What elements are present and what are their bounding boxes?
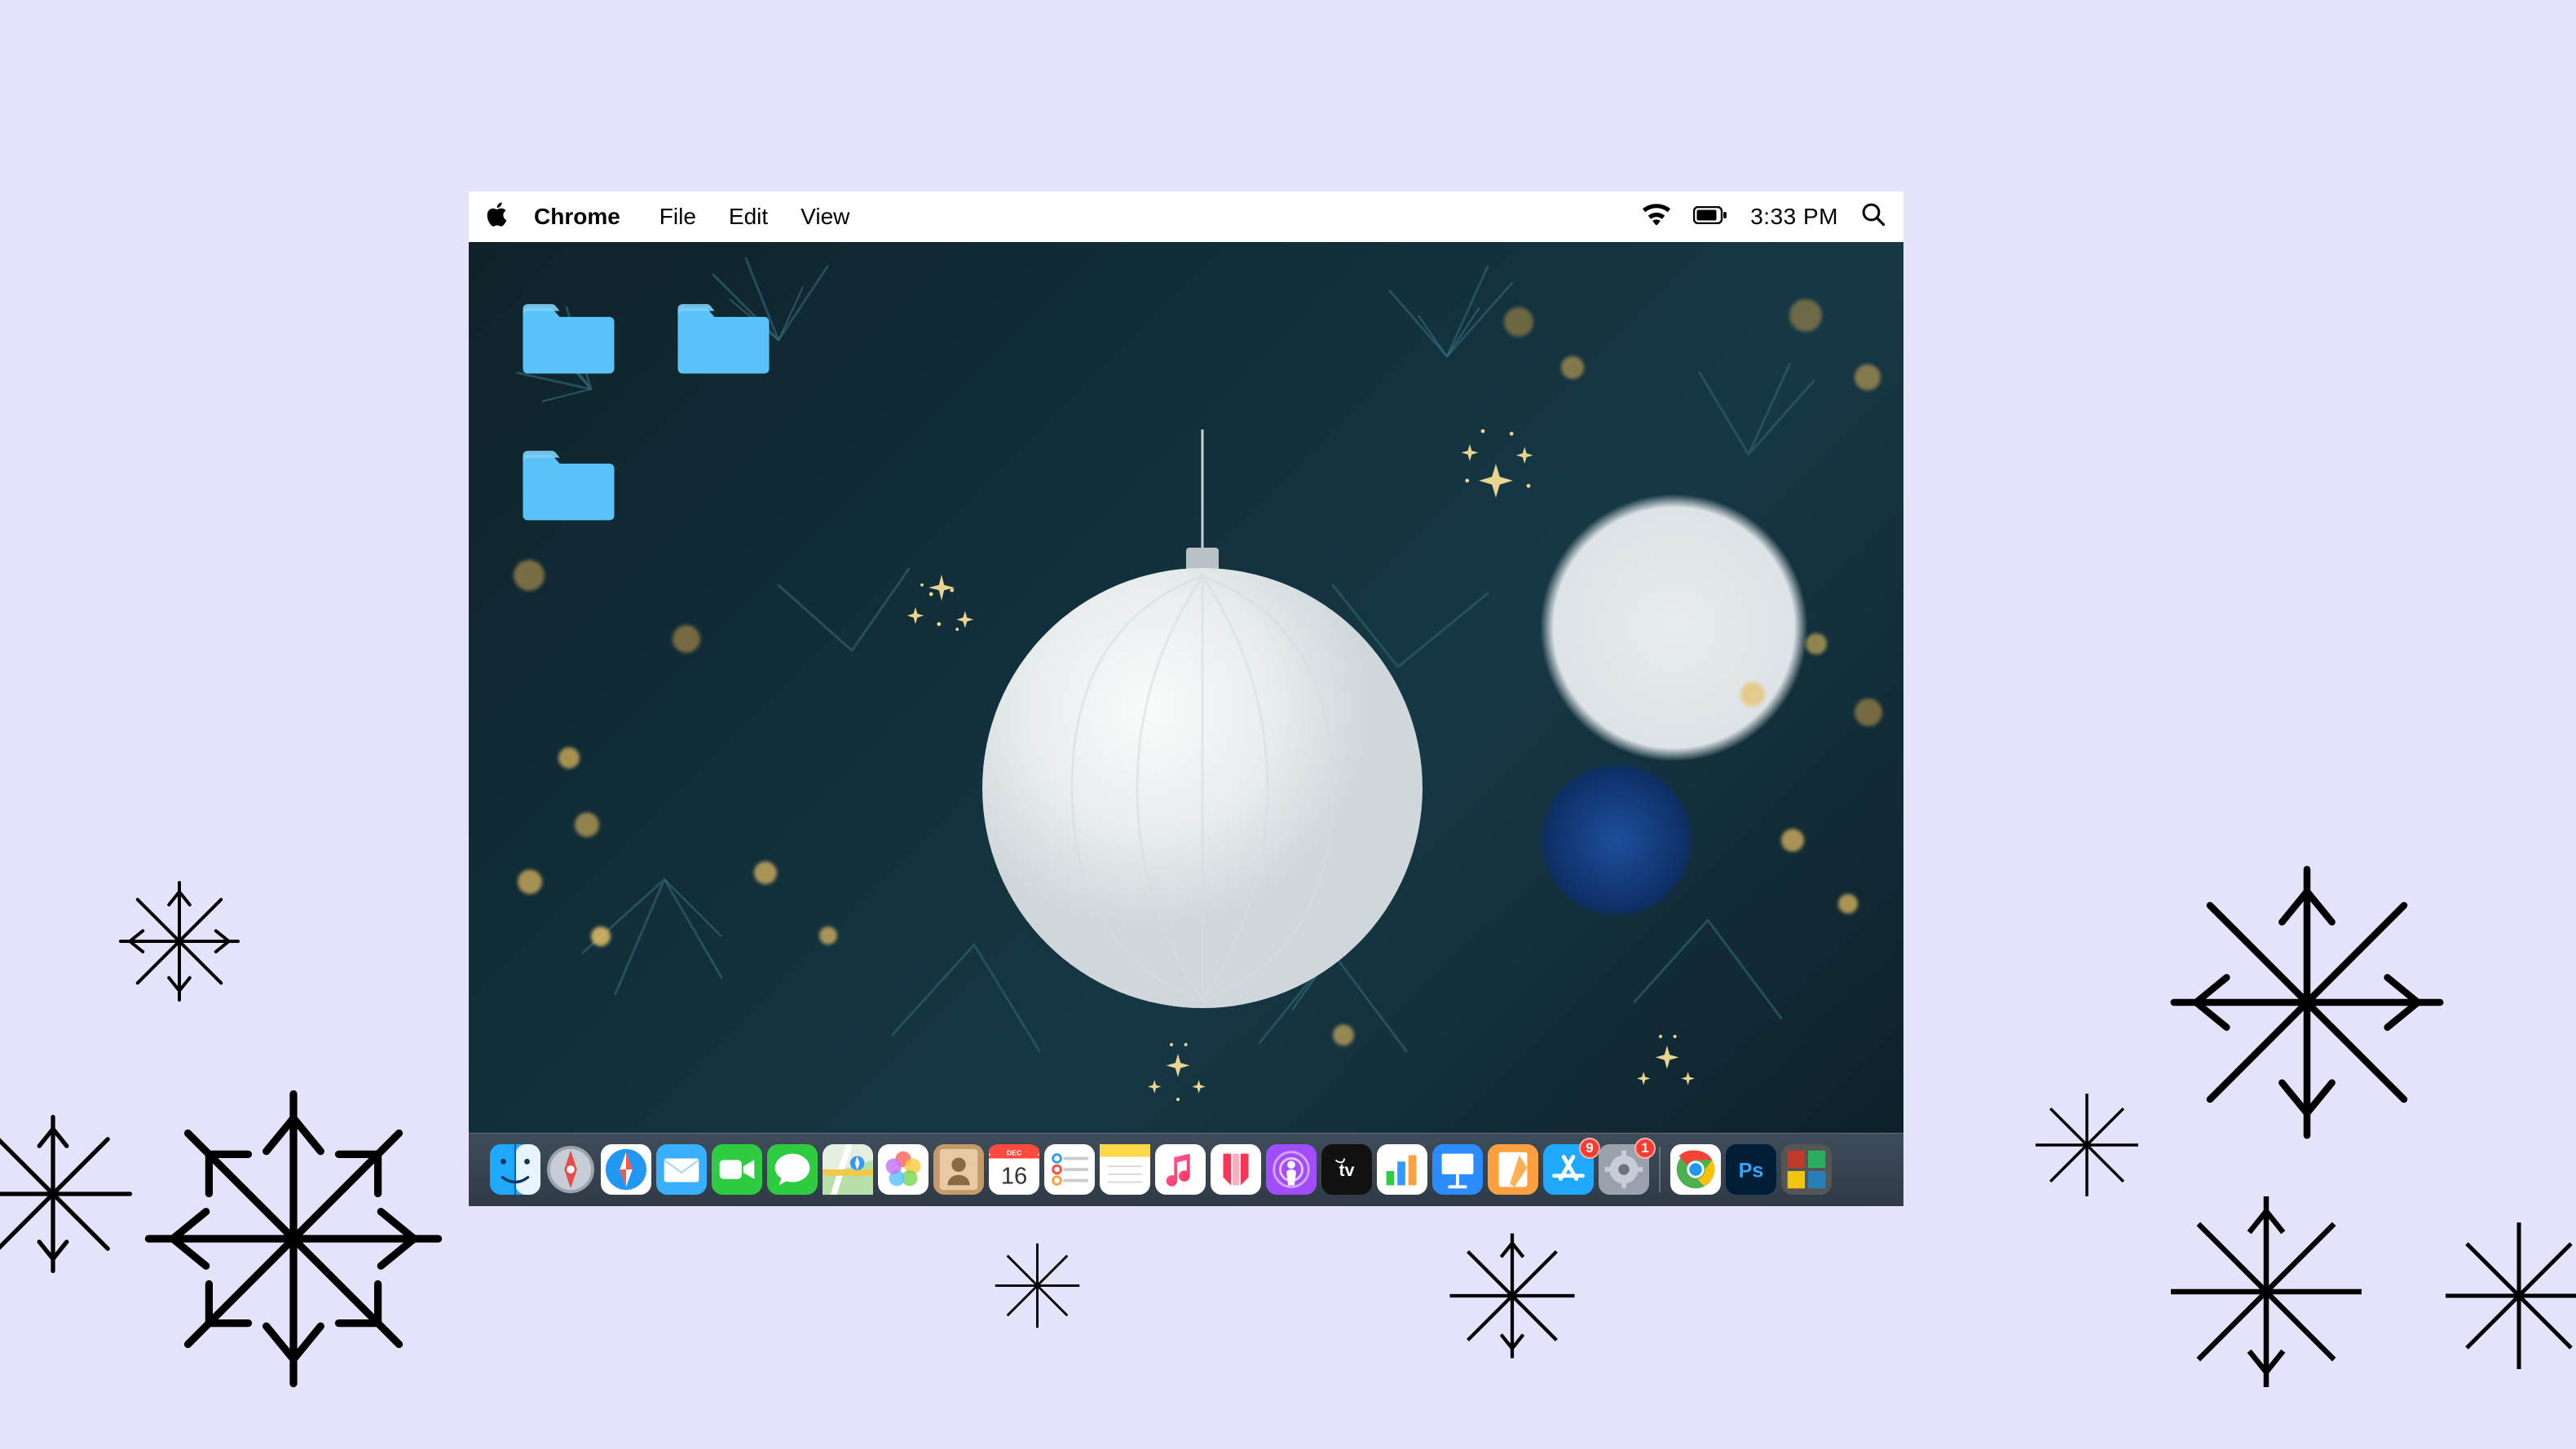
spotlight-search-icon[interactable] — [1861, 202, 1886, 232]
dock-photos-icon[interactable] — [878, 1144, 929, 1195]
dock-reminders-icon[interactable] — [1044, 1144, 1095, 1195]
menu-file[interactable]: File — [659, 204, 696, 230]
ornament-decoration — [942, 429, 1463, 1016]
menu-view[interactable]: View — [801, 204, 849, 230]
apple-menu-icon[interactable] — [487, 200, 511, 234]
snowflake-decoration — [0, 1108, 139, 1279]
dock-safari-icon[interactable] — [601, 1144, 651, 1195]
desktop-area[interactable]: DEC 16 tv 9 1 Ps — [469, 242, 1903, 1206]
svg-text:tv: tv — [1339, 1161, 1355, 1180]
settings-badge: 1 — [1634, 1138, 1656, 1159]
active-app-name[interactable]: Chrome — [534, 204, 620, 230]
dock-pages-icon[interactable] — [1488, 1144, 1538, 1195]
dock-numbers-icon[interactable] — [1377, 1144, 1427, 1195]
dock-photoshop-icon[interactable]: Ps — [1726, 1144, 1776, 1195]
desktop-folders — [518, 299, 827, 584]
dock-contacts-icon[interactable] — [933, 1144, 984, 1195]
dock-messages-icon[interactable] — [767, 1144, 818, 1195]
dock-chrome-icon[interactable] — [1670, 1144, 1721, 1195]
dock: DEC 16 tv 9 1 Ps — [469, 1133, 1903, 1206]
snowflake-decoration — [2437, 1214, 2576, 1377]
snowflake-decoration — [2030, 1088, 2144, 1202]
menubar-clock[interactable]: 3:33 PM — [1750, 204, 1838, 230]
dock-settings-icon[interactable]: 1 — [1599, 1144, 1649, 1195]
svg-text:16: 16 — [1001, 1163, 1027, 1189]
dock-keynote-icon[interactable] — [1432, 1144, 1483, 1195]
desktop-folder[interactable] — [518, 446, 620, 523]
snowflake-decoration — [143, 1088, 444, 1390]
dock-finder-icon[interactable] — [490, 1144, 540, 1195]
dock-game-icon[interactable] — [1781, 1144, 1832, 1195]
dock-calendar-icon[interactable]: DEC 16 — [989, 1144, 1039, 1195]
macos-desktop-window: Chrome File Edit View 3:33 PM — [469, 192, 1903, 1206]
dock-facetime-icon[interactable] — [712, 1144, 762, 1195]
dock-notes-icon[interactable] — [1100, 1144, 1150, 1195]
wifi-icon[interactable] — [1643, 204, 1670, 231]
menu-edit[interactable]: Edit — [729, 204, 768, 230]
dock-music-icon[interactable] — [1155, 1144, 1206, 1195]
dock-tv-icon[interactable]: tv — [1321, 1144, 1372, 1195]
svg-text:DEC: DEC — [1007, 1149, 1022, 1157]
dock-launchpad-icon[interactable] — [545, 1144, 596, 1195]
menubar: Chrome File Edit View 3:33 PM — [469, 192, 1903, 242]
desktop-folder[interactable] — [518, 299, 620, 377]
snowflake-decoration — [1443, 1227, 1581, 1365]
battery-icon[interactable] — [1693, 204, 1727, 230]
appstore-badge: 9 — [1579, 1138, 1600, 1159]
dock-mail-icon[interactable] — [656, 1144, 707, 1195]
snowflake-decoration — [2168, 864, 2446, 1141]
svg-text:Ps: Ps — [1739, 1160, 1764, 1183]
desktop-folder[interactable] — [673, 299, 774, 377]
snowflake-decoration — [2160, 1186, 2372, 1398]
dock-podcasts-icon[interactable] — [1266, 1144, 1317, 1195]
snowflake-decoration — [114, 876, 245, 1006]
menu-items: File Edit View — [659, 204, 850, 230]
dock-appstore-icon[interactable]: 9 — [1543, 1144, 1594, 1195]
dock-divider — [1659, 1147, 1661, 1192]
dock-maps-icon[interactable] — [823, 1144, 873, 1195]
snowflake-decoration — [990, 1239, 1084, 1332]
dock-news-icon[interactable] — [1211, 1144, 1261, 1195]
